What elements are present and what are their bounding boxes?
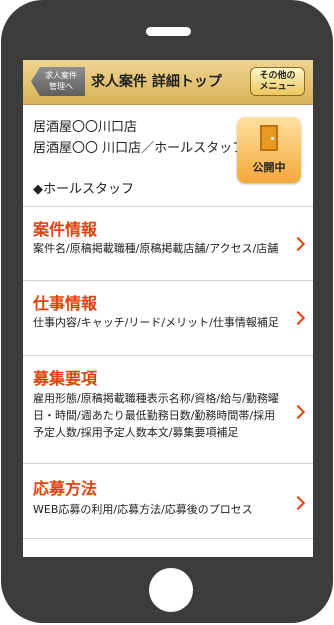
- section-title: 募集要項: [33, 369, 98, 388]
- section-case-info[interactable]: 案件情報 案件名/原稿掲載職種/原稿掲載店舗/アクセス/店舗: [23, 207, 313, 281]
- status-badge: 公開中: [237, 117, 301, 183]
- store-summary: 居酒屋〇〇川口店 居酒屋〇〇 川口店／ホールスタッフ ◆ホールスタッフ 公開中: [23, 105, 313, 207]
- status-label: 公開中: [252, 161, 286, 174]
- chevron-right-icon: [290, 236, 306, 252]
- header-bar: 求人案件 管理へ 求人案件 詳細トップ その他の メニュー: [23, 60, 313, 105]
- door-icon: [260, 125, 278, 151]
- store-name: 居酒屋〇〇川口店: [33, 120, 138, 135]
- section-title: 案件情報: [33, 220, 98, 239]
- chevron-right-icon: [290, 495, 306, 511]
- back-label-line2: 管理へ: [49, 82, 73, 91]
- page-title: 求人案件 詳細トップ: [91, 74, 222, 90]
- phone-frame: 求人案件 管理へ 求人案件 詳細トップ その他の メニュー 居酒屋〇〇川口店 居…: [1, 0, 333, 623]
- back-button[interactable]: 求人案件 管理へ: [31, 67, 85, 96]
- home-button[interactable]: [149, 568, 193, 612]
- other-menu-button[interactable]: その他の メニュー: [250, 67, 305, 96]
- chevron-right-icon: [290, 310, 306, 326]
- section-job-info[interactable]: 仕事情報 仕事内容/キャッチ/リード/メリット/仕事情報補足: [23, 281, 313, 356]
- store-full-name: 居酒屋〇〇 川口店／ホールスタッフ: [33, 141, 246, 156]
- section-application[interactable]: 応募方法 WEB応募の利用/応募方法/応募後のプロセス: [23, 464, 313, 539]
- store-job: ◆ホールスタッフ: [33, 182, 134, 197]
- app-screen: 求人案件 管理へ 求人案件 詳細トップ その他の メニュー 居酒屋〇〇川口店 居…: [23, 60, 313, 557]
- section-title: 応募方法: [33, 479, 98, 498]
- section-desc: 雇用形態/原稿掲載職種表示名称/資格/給与/勤務曜日・時間/週あたり最低勤務日数…: [33, 392, 279, 439]
- section-desc: WEB応募の利用/応募方法/応募後のプロセス: [33, 503, 253, 516]
- section-title: 仕事情報: [33, 294, 98, 313]
- back-label-line1: 求人案件: [45, 71, 77, 80]
- section-desc: 仕事内容/キャッチ/リード/メリット/仕事情報補足: [33, 316, 279, 329]
- speaker-slot: [146, 27, 191, 36]
- section-desc: 案件名/原稿掲載職種/原稿掲載店舗/アクセス/店舗: [33, 242, 279, 255]
- menu-label-line1: その他の: [259, 71, 296, 81]
- chevron-right-icon: [290, 404, 306, 420]
- section-requirements[interactable]: 募集要項 雇用形態/原稿掲載職種表示名称/資格/給与/勤務曜日・時間/週あたり最…: [23, 356, 313, 464]
- menu-label-line2: メニュー: [259, 82, 296, 92]
